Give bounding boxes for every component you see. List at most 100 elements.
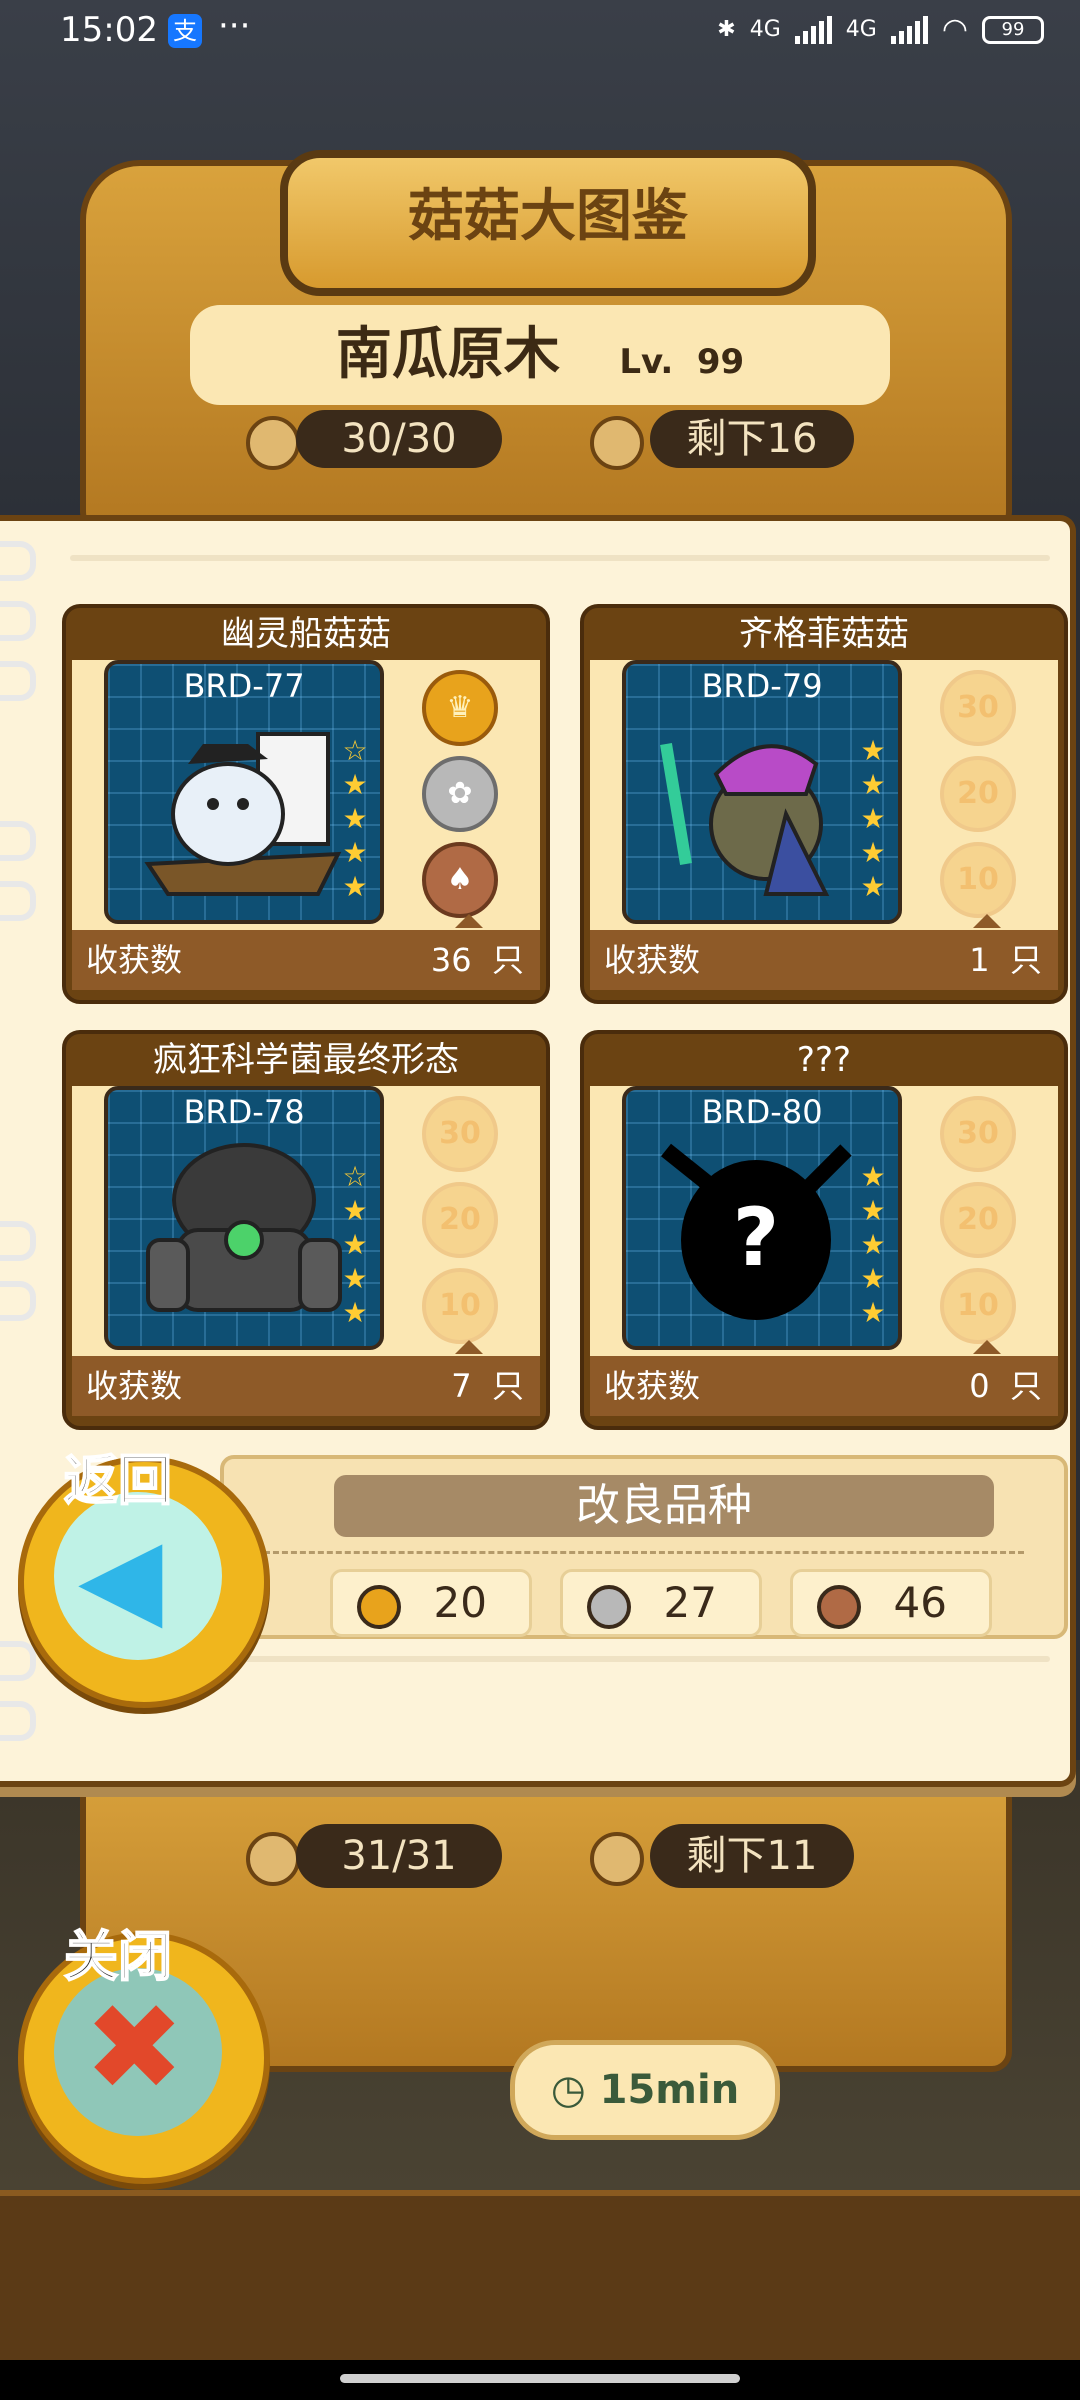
star-icon: ★ <box>860 1296 886 1329</box>
background-bottom-bar <box>0 2190 1080 2366</box>
star-icon: ★ <box>860 1262 886 1295</box>
harvest-count-unit: 只 <box>491 1367 524 1405</box>
card-body: BRD-77 ☆ ★ ★ ★ ★ ♛ ✿ ♠ <box>72 660 540 930</box>
spiral-ring <box>0 821 36 861</box>
mushroom-card-brd-80[interactable]: ??? BRD-80 ? ★ ★ ★ ★ ★ 30 20 10 收获数 0 只 <box>580 1030 1068 1430</box>
status-bar: 15:02 支 ··· ✱ 4G 4G ◠ 99 <box>0 0 1080 60</box>
signal-bars-icon <box>794 15 832 44</box>
card-art-ghost-ship: BRD-77 ☆ ★ ★ ★ ★ <box>104 660 384 924</box>
card-code: BRD-78 <box>183 1093 305 1131</box>
silver-medal-icon: ✿ <box>422 756 498 832</box>
harvest-label: 收获数 <box>604 1367 701 1405</box>
spiral-ring <box>0 1221 36 1261</box>
lower-collected-counter: 31/31 <box>296 1824 502 1888</box>
medal-20-icon: 20 <box>422 1182 498 1258</box>
gold-medal-icon: ♛ <box>422 670 498 746</box>
medal-10-icon: 10 <box>422 1268 498 1344</box>
star-icon: ★ <box>860 1160 886 1193</box>
medal-pointer <box>973 1340 1001 1354</box>
bronze-count-value: 46 <box>893 1578 947 1627</box>
star-empty-icon: ☆ <box>342 1160 368 1193</box>
card-footer: 收获数 36 只 <box>72 930 540 990</box>
harvest-label: 收获数 <box>86 1367 183 1405</box>
wifi-icon: ◠ <box>941 12 968 47</box>
star-icon: ★ <box>860 802 886 835</box>
mushroom-card-brd-79[interactable]: 齐格菲菇菇 BRD-79 ★ ★ ★ ★ ★ 30 20 10 收获数 1 只 <box>580 604 1068 1004</box>
star-icon: ★ <box>342 870 368 903</box>
star-icon: ★ <box>342 1228 368 1261</box>
star-icon: ★ <box>342 1194 368 1227</box>
silver-medal-count: 27 <box>560 1569 762 1637</box>
spiral-ring <box>0 601 36 641</box>
bronze-coin-icon <box>817 1585 861 1629</box>
lower-remaining-counter: 剩下11 <box>650 1824 854 1888</box>
home-gesture-bar[interactable] <box>340 2374 740 2383</box>
harvest-timer: ◷ 15min <box>510 2040 780 2140</box>
spiral-ring <box>0 661 36 701</box>
card-footer: 收获数 7 只 <box>72 1356 540 1416</box>
signal-label-1: 4G <box>749 17 781 42</box>
gold-medal-count: 20 <box>330 1569 532 1637</box>
card-body: BRD-80 ? ★ ★ ★ ★ ★ 30 20 10 <box>590 1086 1058 1356</box>
alipay-icon: 支 <box>168 14 202 48</box>
spores-icon-lower <box>590 1832 644 1886</box>
card-body: BRD-78 ☆ ★ ★ ★ ★ 30 20 10 <box>72 1086 540 1356</box>
card-body: BRD-79 ★ ★ ★ ★ ★ 30 20 10 <box>590 660 1058 930</box>
medal-pointer <box>455 914 483 928</box>
harvest-timer-text: 15min <box>599 2067 740 2113</box>
star-icon: ★ <box>860 768 886 801</box>
silver-coin-icon <box>587 1585 631 1629</box>
card-art-mad-scientist: BRD-78 ☆ ★ ★ ★ ★ <box>104 1086 384 1350</box>
bluetooth-icon: ✱ <box>717 17 736 42</box>
medal-column: ♛ ✿ ♠ <box>422 670 498 928</box>
card-title: ??? <box>796 1040 852 1080</box>
magnifier-icon <box>246 416 300 470</box>
harvest-count-value: 1 <box>969 941 990 979</box>
harvest-count: 7 只 <box>451 1356 524 1416</box>
star-icon: ★ <box>860 870 886 903</box>
spiral-ring <box>0 541 36 581</box>
improve-breed-button[interactable]: 改良品种 <box>334 1475 994 1537</box>
current-item-level: 99 <box>696 342 745 382</box>
card-footer: 收获数 1 只 <box>590 930 1058 990</box>
current-item-level-prefix: Lv. <box>619 342 674 382</box>
remaining-counter: 剩下16 <box>650 410 854 468</box>
harvest-count-value: 7 <box>451 1367 472 1405</box>
rarity-stars: ☆ ★ ★ ★ ★ <box>340 734 370 904</box>
bronze-medal-icon: ♠ <box>422 842 498 918</box>
signal-label-2: 4G <box>845 17 877 42</box>
card-art-siegfried: BRD-79 ★ ★ ★ ★ ★ <box>622 660 902 924</box>
close-x-icon: ✖ <box>84 1979 185 2118</box>
book-rule-top <box>70 555 1050 561</box>
back-button[interactable]: ◀ 返回 <box>18 1448 270 1708</box>
current-item-name-plate: 南瓜原木 Lv. 99 <box>190 305 890 405</box>
close-button[interactable]: ✖ 关闭 <box>18 1924 270 2184</box>
collected-counter: 30/30 <box>296 410 502 468</box>
battery-icon: 99 <box>982 15 1044 44</box>
back-button-label: 返回 <box>63 1448 173 1513</box>
status-time: 15:02 <box>60 10 158 50</box>
signal-bars-icon-2 <box>890 15 928 44</box>
mushroom-card-brd-78[interactable]: 疯狂科学菌最终形态 BRD-78 ☆ ★ ★ ★ ★ 30 20 10 收获数 … <box>62 1030 550 1430</box>
rarity-stars: ★ ★ ★ ★ ★ <box>858 734 888 904</box>
harvest-count-value: 36 <box>430 941 472 979</box>
rarity-stars: ★ ★ ★ ★ ★ <box>858 1160 888 1330</box>
spiral-ring <box>0 1701 36 1741</box>
card-art-unknown: BRD-80 ? ★ ★ ★ ★ ★ <box>622 1086 902 1350</box>
card-code: BRD-77 <box>183 667 305 705</box>
medal-10-icon: 10 <box>940 842 1016 918</box>
mushroom-card-brd-77[interactable]: 幽灵船菇菇 BRD-77 ☆ ★ ★ ★ ★ ♛ ✿ ♠ 收获数 36 只 <box>62 604 550 1004</box>
spiral-ring <box>0 881 36 921</box>
clock-icon: ◷ <box>550 2067 600 2113</box>
harvest-count: 36 只 <box>431 930 524 990</box>
magnifier-icon-lower <box>246 1832 300 1886</box>
rarity-stars: ☆ ★ ★ ★ ★ <box>340 1160 370 1330</box>
card-title: 齐格菲菇菇 <box>739 614 909 654</box>
silver-count-value: 27 <box>663 1578 717 1627</box>
svg-text:?: ? <box>733 1191 779 1284</box>
divider <box>264 1551 1024 1554</box>
star-icon: ★ <box>342 802 368 835</box>
spiral-ring <box>0 1281 36 1321</box>
harvest-count: 1 只 <box>969 930 1042 990</box>
medal-column: 30 20 10 <box>940 1096 1016 1354</box>
